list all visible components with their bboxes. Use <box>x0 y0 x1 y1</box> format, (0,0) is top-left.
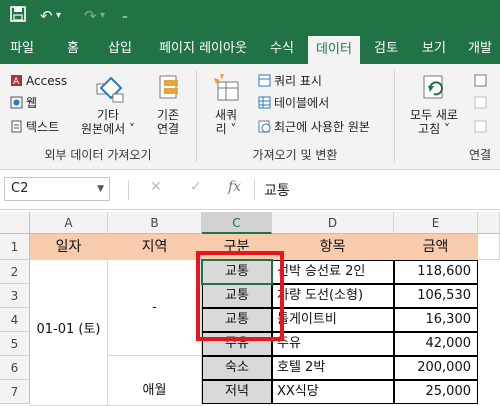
web-icon <box>10 96 23 109</box>
tab-home[interactable]: 홈 <box>56 34 90 64</box>
properties-icon <box>474 96 487 109</box>
new-query-button[interactable]: 새쿼 리 ˅ <box>206 74 246 136</box>
amount-cell[interactable]: 106,530 <box>394 284 478 308</box>
properties-button[interactable] <box>474 96 490 110</box>
row-header-7[interactable]: 7 <box>0 380 30 404</box>
amount-cell[interactable]: 200,000 <box>394 356 478 380</box>
from-table-button[interactable]: 테이블에서 <box>258 96 329 110</box>
header-date[interactable]: 일자 <box>30 234 108 260</box>
category-cell[interactable]: 숙소 <box>202 356 272 380</box>
item-cell[interactable]: 톨게이트비 <box>272 308 394 332</box>
column-header-e[interactable]: E <box>394 212 478 234</box>
tab-formulas[interactable]: 수식 <box>262 34 302 64</box>
column-header-next[interactable] <box>478 212 500 234</box>
tab-developer[interactable]: 개발 <box>460 34 500 64</box>
show-queries-button[interactable]: 쿼리 표시 <box>258 74 322 88</box>
tab-review[interactable]: 검토 <box>366 34 406 64</box>
connections-icon <box>474 74 487 87</box>
item-cell[interactable]: 차량 도선(소형) <box>272 284 394 308</box>
name-box[interactable]: C2 ▼ <box>4 177 110 201</box>
edit-links-button[interactable] <box>474 120 490 134</box>
date-merged-cell[interactable]: 01-01 (토) <box>30 260 108 406</box>
undo-icon[interactable]: ↶ <box>40 6 53 26</box>
column-header-b[interactable]: B <box>108 212 202 234</box>
group-label-get-transform: 가져오기 및 변환 <box>252 148 338 162</box>
category-cell[interactable]: 저녁 <box>202 380 272 404</box>
row-header-4[interactable]: 4 <box>0 308 30 332</box>
row-header-1[interactable]: 1 <box>0 234 30 260</box>
select-all-corner[interactable] <box>0 212 30 234</box>
from-text-button[interactable]: 텍스트 <box>10 120 59 134</box>
group-label-connections: 연결 <box>468 148 492 162</box>
other-sources-button[interactable]: 기타 원본에서 ˅ <box>80 74 136 136</box>
other-sources-icon <box>80 74 136 108</box>
column-header-d[interactable]: D <box>272 212 394 234</box>
worksheet-grid[interactable]: A B C D E 1 2 3 4 5 6 7 일자 지역 구분 항목 금액 0… <box>0 212 500 406</box>
new-query-icon <box>206 74 246 108</box>
highlight-box <box>196 251 284 341</box>
group-separator <box>196 70 197 162</box>
empty-cell[interactable] <box>478 234 500 260</box>
divider <box>254 180 255 200</box>
customize-qat-icon[interactable]: ₌ <box>122 6 128 26</box>
row-header-5[interactable]: 5 <box>0 332 30 356</box>
connections-button[interactable] <box>474 74 490 88</box>
header-amount[interactable]: 금액 <box>394 234 478 260</box>
edit-links-icon <box>474 120 487 133</box>
row-header-3[interactable]: 3 <box>0 284 30 308</box>
svg-text:A: A <box>13 77 20 87</box>
item-cell[interactable]: 호텔 2박 <box>272 356 394 380</box>
access-icon: A <box>10 74 23 87</box>
save-icon[interactable] <box>10 6 26 27</box>
ribbon-tabs: 파일 홈 삽입 페이지 레이아웃 수식 데이터 검토 보기 개발 <box>0 34 500 64</box>
tab-page-layout[interactable]: 페이지 레이아웃 <box>150 34 256 64</box>
item-cell[interactable]: 선박 승선료 2인 <box>272 260 394 284</box>
column-header-c[interactable]: C <box>202 212 272 234</box>
tab-insert[interactable]: 삽입 <box>98 34 142 64</box>
tab-view[interactable]: 보기 <box>414 34 454 64</box>
insert-function-icon[interactable]: fx <box>228 179 241 195</box>
existing-connections-button[interactable]: 기존 연결 <box>146 74 190 136</box>
recent-sources-button[interactable]: 최근에 사용한 원본 <box>258 120 370 134</box>
quick-access-toolbar: ↶ ▾ ↷ ▾ ₌ <box>0 0 500 34</box>
ribbon-data: A Access 웹 텍스트 기타 원본에서 ˅ 기존 연결 외부 데이터 가져오… <box>0 64 500 170</box>
group-label-external-data: 외부 데이터 가져오기 <box>44 148 152 162</box>
recent-sources-icon <box>258 120 271 133</box>
existing-connections-icon <box>146 74 190 108</box>
row-header-2[interactable]: 2 <box>0 260 30 284</box>
undo-dropdown-icon[interactable]: ▾ <box>56 6 61 26</box>
amount-cell[interactable]: 118,600 <box>394 260 478 284</box>
amount-cell[interactable]: 16,300 <box>394 308 478 332</box>
from-web-button[interactable]: 웹 <box>10 96 37 110</box>
divider <box>128 180 129 200</box>
tab-data[interactable]: 데이터 <box>308 36 360 64</box>
header-region[interactable]: 지역 <box>108 234 202 260</box>
text-file-icon <box>10 120 23 133</box>
redo-icon[interactable]: ↷ <box>84 6 97 26</box>
amount-cell[interactable]: 42,000 <box>394 332 478 356</box>
chevron-down-icon[interactable]: ▼ <box>97 178 104 200</box>
item-cell[interactable]: XX식당 <box>272 380 394 404</box>
region-merged-cell[interactable]: - <box>108 260 202 356</box>
from-access-button[interactable]: A Access <box>10 74 67 88</box>
redo-dropdown-icon[interactable]: ▾ <box>100 6 105 26</box>
item-cell[interactable]: 주유 <box>272 332 394 356</box>
enter-icon[interactable]: ✓ <box>190 179 202 195</box>
refresh-all-button[interactable]: 모두 새로 고침 ˅ <box>404 74 464 136</box>
formula-input[interactable]: 교통 <box>264 180 290 200</box>
region-merged-cell[interactable]: 애월 <box>108 356 202 406</box>
cancel-icon[interactable]: ✕ <box>150 179 162 195</box>
refresh-all-icon <box>404 74 464 108</box>
formula-bar: C2 ▼ ✕ ✓ fx 교통 <box>0 170 500 210</box>
show-queries-icon <box>258 74 271 87</box>
column-header-a[interactable]: A <box>30 212 108 234</box>
row-header-6[interactable]: 6 <box>0 356 30 380</box>
group-separator <box>394 70 395 162</box>
amount-cell[interactable]: 25,000 <box>394 380 478 404</box>
header-item[interactable]: 항목 <box>272 234 394 260</box>
tab-file[interactable]: 파일 <box>2 34 42 64</box>
table-icon <box>258 96 271 109</box>
